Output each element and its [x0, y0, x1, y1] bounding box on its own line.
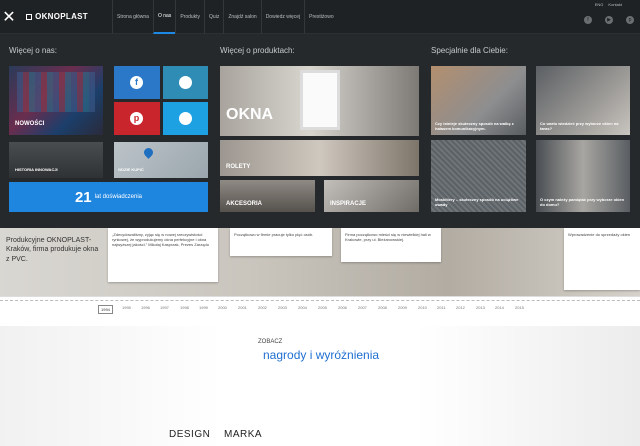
history-card: „Zdecydowaliśmy, zyjąc się w nowej rzecz… [108, 228, 218, 282]
where-to-buy-label: GDZIE KUPIĆ [118, 167, 144, 172]
experience-text: 21 lat doświadczenia [9, 182, 208, 212]
timeline-year[interactable]: 1998 [180, 305, 189, 310]
nav-item-find-salon[interactable]: Znajdź salon [223, 0, 260, 34]
experience-tile[interactable]: 21 lat doświadczenia [9, 182, 208, 212]
windows-tile[interactable]: OKNA [220, 66, 419, 136]
article-mosquito-label: Moskitiery – skuteczny sposób na uciążli… [435, 196, 519, 207]
timeline-year[interactable]: 2011 [437, 305, 446, 310]
accessories-label: AKCESORIA [226, 201, 263, 207]
timeline-year[interactable]: 2006 [338, 305, 347, 310]
nav-item-home[interactable]: Strona główna [112, 0, 153, 34]
history-card: Firma początkowo mieści się w niewielkie… [341, 228, 441, 262]
facebook-tile[interactable]: f [114, 66, 160, 99]
article-home-windows-label: O czym należy pamiętać przy wyborze okie… [540, 196, 625, 207]
youtube-icon[interactable]: ▶ [605, 16, 613, 24]
where-to-buy-tile[interactable]: GDZIE KUPIĆ [114, 142, 208, 178]
nav-item-products[interactable]: Produkty [175, 0, 204, 34]
news-label: NOWOŚCI [15, 121, 45, 127]
map-pin-icon [142, 146, 155, 159]
article-home-windows-tile[interactable]: O czym należy pamiętać przy wyborze okie… [536, 140, 630, 212]
close-icon[interactable]: ✕ [0, 0, 18, 34]
instagram-tile[interactable] [163, 66, 208, 99]
timeline-year[interactable]: 2012 [456, 305, 465, 310]
timeline-year[interactable]: 2010 [418, 305, 427, 310]
inspirations-tile[interactable]: INSPIRACJE [324, 180, 419, 212]
nav-item-quiz[interactable]: Quiz [204, 0, 223, 34]
article-terrace-label: Co warto wiedzieć przy wyborze okien na … [540, 120, 619, 131]
timeline-year[interactable]: 2005 [318, 305, 327, 310]
awards-eyebrow: ZOBACZ [258, 339, 283, 345]
top-links: ENG Kontakt [595, 0, 622, 8]
blinds-tile[interactable]: ROLETY [220, 140, 419, 176]
col3-title: Specjalnie dla Ciebie: [431, 46, 508, 55]
facebook-icon[interactable]: f [584, 16, 592, 24]
timeline-year[interactable]: 2008 [378, 305, 387, 310]
top-bar: ✕ OKNOPLAST Strona główna O nas Produkty… [0, 0, 640, 34]
inspirations-label: INSPIRACJE [330, 201, 367, 207]
article-noise-label: Czy istnieje skuteczny sposób na walkę z… [435, 120, 514, 131]
article-mosquito-tile[interactable]: Moskitiery – skuteczny sposób na uciążli… [431, 140, 526, 212]
accessories-tile[interactable]: AKCESORIA [220, 180, 315, 212]
awards-section: ZOBACZ nagrody i wyróżnienia DESIGN MARK… [0, 326, 640, 446]
nav-item-about[interactable]: O nas [152, 0, 176, 34]
design-tab[interactable]: DESIGN [169, 429, 210, 440]
timeline-year[interactable]: 2000 [218, 305, 227, 310]
windows-label: OKNA [226, 106, 274, 123]
history-label: HISTORIA INNOWACJI [15, 167, 58, 172]
news-tile[interactable]: NOWOŚCI [9, 66, 103, 135]
experience-label: lat doświadczenia [94, 194, 143, 200]
nav-item-learn-more[interactable]: Dowiedz więcej [260, 0, 304, 34]
blinds-label: ROLETY [226, 164, 251, 170]
timeline-year[interactable]: 2004 [298, 305, 307, 310]
article-noise-tile[interactable]: Czy istnieje skuteczny sposób na walkę z… [431, 66, 526, 135]
timeline-year[interactable]: 1996 [141, 305, 150, 310]
instagram-icon [179, 76, 192, 89]
twitter-icon [179, 112, 192, 125]
main-nav: Strona główna O nas Produkty Quiz Znajdź… [112, 0, 338, 34]
timeline-year[interactable]: 2013 [476, 305, 485, 310]
intro-text: Produkcyjne OKNOPLAST-Kraków, firma prod… [6, 237, 99, 263]
facebook-icon: f [130, 76, 143, 89]
logo-mark-icon [26, 13, 33, 20]
article-terrace-tile[interactable]: Co warto wiedzieć przy wyborze okien na … [536, 66, 630, 135]
pinterest-icon: p [130, 112, 143, 125]
history-card: Początkowo w firmie pracuje tylko pięć o… [230, 228, 332, 256]
history-tile[interactable]: HISTORIA INNOWACJI [9, 142, 103, 178]
timeline-line [0, 300, 640, 301]
timeline-year[interactable]: 2015 [515, 305, 524, 310]
timeline-year[interactable]: 1999 [199, 305, 208, 310]
contact-link[interactable]: Kontakt [608, 2, 622, 7]
lang-link[interactable]: ENG [595, 2, 604, 7]
col1-title: Więcej o nas: [9, 46, 58, 55]
header-social: f ▶ p [584, 16, 634, 24]
nav-item-prestige[interactable]: Prestiżowo [304, 0, 337, 34]
timeline-year[interactable]: 2002 [258, 305, 267, 310]
timeline-year[interactable]: 1997 [160, 305, 169, 310]
timeline-year[interactable]: 2014 [495, 305, 504, 310]
pinterest-icon[interactable]: p [626, 16, 634, 24]
awards-link[interactable]: nagrody i wyróżnienia [263, 348, 379, 362]
timeline-year[interactable]: 1995 [122, 305, 131, 310]
history-card: Wprowadzenie do sprzedaży okien [564, 228, 640, 290]
twitter-tile[interactable] [163, 102, 208, 135]
experience-number: 21 [74, 188, 92, 206]
mega-menu: Więcej o nas: Więcej o produktach: Specj… [0, 34, 640, 228]
timeline-year[interactable]: 2009 [398, 305, 407, 310]
brand-tab[interactable]: MARKA [224, 429, 262, 440]
timeline-year[interactable]: 1994 [98, 305, 113, 314]
logo-text: OKNOPLAST [35, 12, 88, 21]
news-image [17, 72, 95, 112]
col2-title: Więcej o produktach: [220, 46, 295, 55]
timeline-year[interactable]: 2007 [358, 305, 367, 310]
page-content: Produkcyjne OKNOPLAST-Kraków, firma prod… [0, 228, 640, 446]
logo[interactable]: OKNOPLAST [26, 0, 88, 34]
timeline-year[interactable]: 2001 [238, 305, 247, 310]
pinterest-tile[interactable]: p [114, 102, 160, 135]
timeline: 1994 1995 1996 1997 1998 1999 2000 2001 … [0, 296, 640, 326]
timeline-year[interactable]: 2003 [278, 305, 287, 310]
window-image [300, 70, 340, 130]
